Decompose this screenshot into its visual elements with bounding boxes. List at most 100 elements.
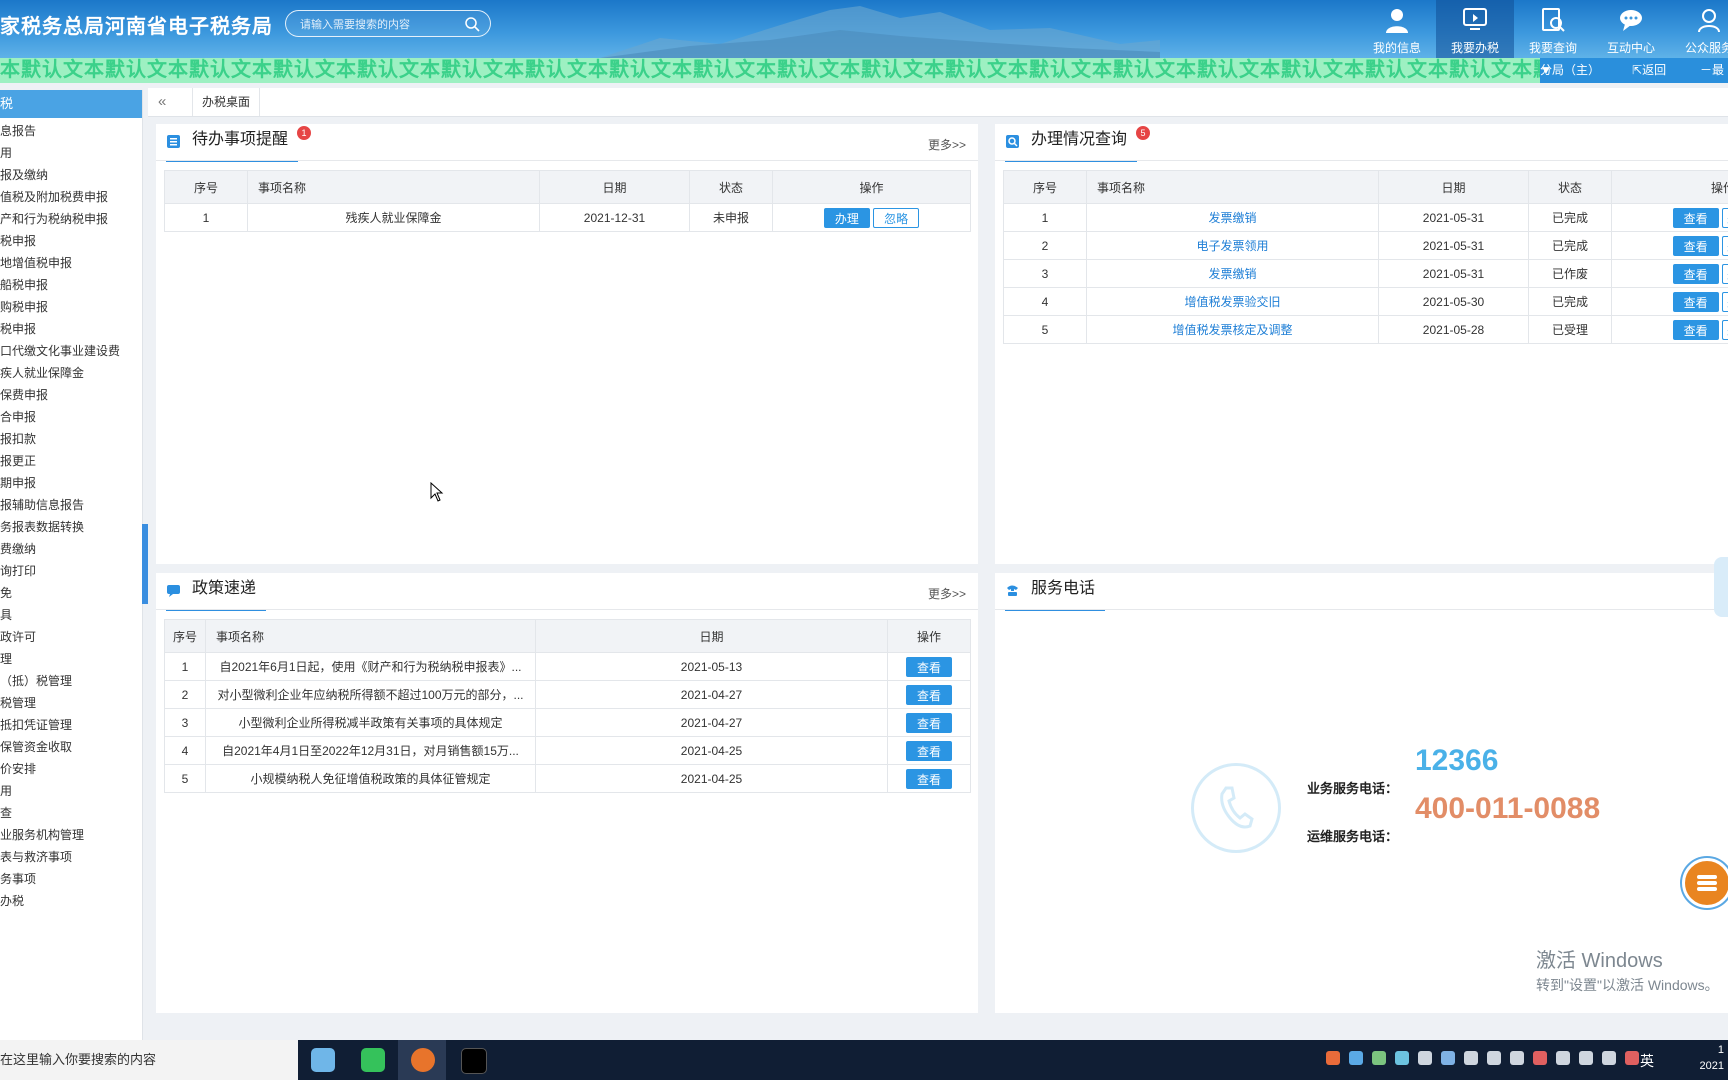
- org-switch[interactable]: 分局（主） ▼: [1540, 58, 1600, 83]
- secondary-button[interactable]: 未: [1721, 319, 1728, 340]
- ignore-button[interactable]: 忽略: [873, 207, 920, 228]
- sidebar-item[interactable]: 税申报: [0, 230, 36, 252]
- item-link[interactable]: 增值税发票核定及调整: [1172, 323, 1292, 337]
- sidebar-item[interactable]: 地增值税申报: [0, 252, 72, 274]
- sidebar-item[interactable]: 业服务机构管理: [0, 824, 84, 846]
- search-input[interactable]: [298, 15, 462, 34]
- back-button[interactable]: ⇱ 返回: [1632, 58, 1666, 83]
- sidebar-item[interactable]: 船税申报: [0, 274, 48, 296]
- sidebar-item[interactable]: 值税及附加税费申报: [0, 186, 108, 208]
- policy-title[interactable]: 小规模纳税人免征增值税政策的具体征管规定: [205, 764, 536, 793]
- sidebar-item[interactable]: 务事项: [0, 868, 36, 890]
- sidebar-item[interactable]: 询打印: [0, 560, 36, 582]
- sidebar-item[interactable]: 用: [0, 142, 12, 164]
- tray-icon[interactable]: [1395, 1051, 1409, 1065]
- search-icon[interactable]: [464, 16, 480, 32]
- item-link[interactable]: 增值税发票验交旧: [1184, 295, 1280, 309]
- tray-icon[interactable]: [1533, 1051, 1547, 1065]
- item-link[interactable]: 发票缴销: [1208, 211, 1256, 225]
- tray-icon[interactable]: [1625, 1051, 1639, 1065]
- sidebar-item[interactable]: 表与救济事项: [0, 846, 72, 868]
- sidebar-item[interactable]: 口代缴文化事业建设费: [0, 340, 120, 362]
- sidebar-item[interactable]: 费缴纳: [0, 538, 36, 560]
- tray-icon[interactable]: [1441, 1051, 1455, 1065]
- sidebar-item[interactable]: 抵扣凭证管理: [0, 714, 72, 736]
- taskbar-app-2[interactable]: [348, 1040, 396, 1080]
- chat-assistant-button[interactable]: [1682, 858, 1728, 908]
- taskbar-app-3[interactable]: [398, 1040, 446, 1080]
- sidebar-item[interactable]: 合申报: [0, 406, 36, 428]
- item-link[interactable]: 发票缴销: [1208, 267, 1256, 281]
- view-button[interactable]: 查看: [905, 656, 952, 677]
- sidebar-item[interactable]: 保管资金收取: [0, 736, 72, 758]
- tray-icon[interactable]: [1487, 1051, 1501, 1065]
- todo-more-link[interactable]: 更多>>: [928, 136, 966, 153]
- sidebar-item[interactable]: 查: [0, 802, 12, 824]
- view-button[interactable]: 查看: [1672, 291, 1719, 312]
- view-button[interactable]: 查看: [905, 712, 952, 733]
- sidebar-item[interactable]: 政许可: [0, 626, 36, 648]
- nav-query[interactable]: 我要查询: [1514, 0, 1592, 58]
- sidebar-item[interactable]: 报及缴纳: [0, 164, 48, 186]
- taskbar-app-4[interactable]: [448, 1040, 496, 1080]
- clock[interactable]: 1 2021: [1694, 1042, 1724, 1074]
- sidebar-heading[interactable]: 税: [0, 90, 142, 118]
- sidebar-item[interactable]: 税申报: [0, 318, 36, 340]
- sidebar-item[interactable]: 具: [0, 604, 12, 626]
- side-float-tab[interactable]: [1714, 557, 1728, 617]
- sidebar-item[interactable]: 价安排: [0, 758, 36, 780]
- secondary-button[interactable]: 未: [1721, 207, 1728, 228]
- sidebar-item[interactable]: 产和行为税纳税申报: [0, 208, 108, 230]
- tray-icon[interactable]: [1418, 1051, 1432, 1065]
- sidebar-collapse-handle[interactable]: [142, 524, 148, 604]
- policy-title[interactable]: 对小型微利企业年应纳税所得额不超过100万元的部分，...: [205, 680, 536, 709]
- taskbar-app-1[interactable]: [298, 1040, 346, 1080]
- tray-icon[interactable]: [1579, 1051, 1593, 1065]
- view-button[interactable]: 查看: [905, 768, 952, 789]
- item-link[interactable]: 电子发票领用: [1196, 239, 1268, 253]
- sidebar-item[interactable]: 免: [0, 582, 12, 604]
- double-chevron-left-icon[interactable]: «: [158, 93, 166, 110]
- policy-title[interactable]: 自2021年6月1日起，使用《财产和行为税纳税申报表》...: [205, 652, 536, 681]
- ime-language[interactable]: 英: [1640, 1051, 1654, 1071]
- view-button[interactable]: 查看: [1672, 263, 1719, 284]
- view-button[interactable]: 查看: [905, 740, 952, 761]
- sidebar-item[interactable]: 报扣款: [0, 428, 36, 450]
- taskbar-search[interactable]: 在这里输入你要搜索的内容: [0, 1040, 298, 1080]
- nav-public-service[interactable]: 公众服务: [1670, 0, 1728, 58]
- tray-icon[interactable]: [1556, 1051, 1570, 1065]
- secondary-button[interactable]: 未: [1721, 263, 1728, 284]
- sidebar-item[interactable]: 疾人就业保障金: [0, 362, 84, 384]
- view-button[interactable]: 查看: [1672, 207, 1719, 228]
- nav-do-tax[interactable]: 我要办税: [1436, 0, 1514, 58]
- sidebar-item[interactable]: 理: [0, 648, 12, 670]
- sidebar-item[interactable]: 用: [0, 780, 12, 802]
- tray-icon[interactable]: [1602, 1051, 1616, 1065]
- tray-icon[interactable]: [1349, 1051, 1363, 1065]
- sidebar-item[interactable]: 期申报: [0, 472, 36, 494]
- secondary-button[interactable]: 未: [1721, 291, 1728, 312]
- nav-interaction[interactable]: 互动中心: [1592, 0, 1670, 58]
- nav-my-info[interactable]: 我的信息: [1358, 0, 1436, 58]
- policy-more-link[interactable]: 更多>>: [928, 585, 966, 602]
- view-button[interactable]: 查看: [1672, 319, 1719, 340]
- sidebar-item[interactable]: 报更正: [0, 450, 36, 472]
- tray-icon[interactable]: [1326, 1051, 1340, 1065]
- tray-icon[interactable]: [1510, 1051, 1524, 1065]
- handle-button[interactable]: 办理: [823, 207, 870, 228]
- tray-icon[interactable]: [1464, 1051, 1478, 1065]
- sidebar-item[interactable]: 息报告: [0, 120, 36, 142]
- tab-tax-desktop[interactable]: 办税桌面: [192, 88, 261, 116]
- sidebar-item[interactable]: 务报表数据转换: [0, 516, 84, 538]
- policy-title[interactable]: 小型微利企业所得税减半政策有关事项的具体规定: [205, 708, 536, 737]
- secondary-button[interactable]: 未: [1721, 235, 1728, 256]
- view-button[interactable]: 查看: [905, 684, 952, 705]
- view-button[interactable]: 查看: [1672, 235, 1719, 256]
- sidebar-item[interactable]: （抵）税管理: [0, 670, 72, 692]
- sidebar-item[interactable]: 保费申报: [0, 384, 48, 406]
- sidebar-item[interactable]: 报辅助信息报告: [0, 494, 84, 516]
- sidebar-item[interactable]: 税管理: [0, 692, 36, 714]
- sidebar-item[interactable]: 办税: [0, 890, 24, 912]
- tray-icon[interactable]: [1372, 1051, 1386, 1065]
- sidebar-item[interactable]: 购税申报: [0, 296, 48, 318]
